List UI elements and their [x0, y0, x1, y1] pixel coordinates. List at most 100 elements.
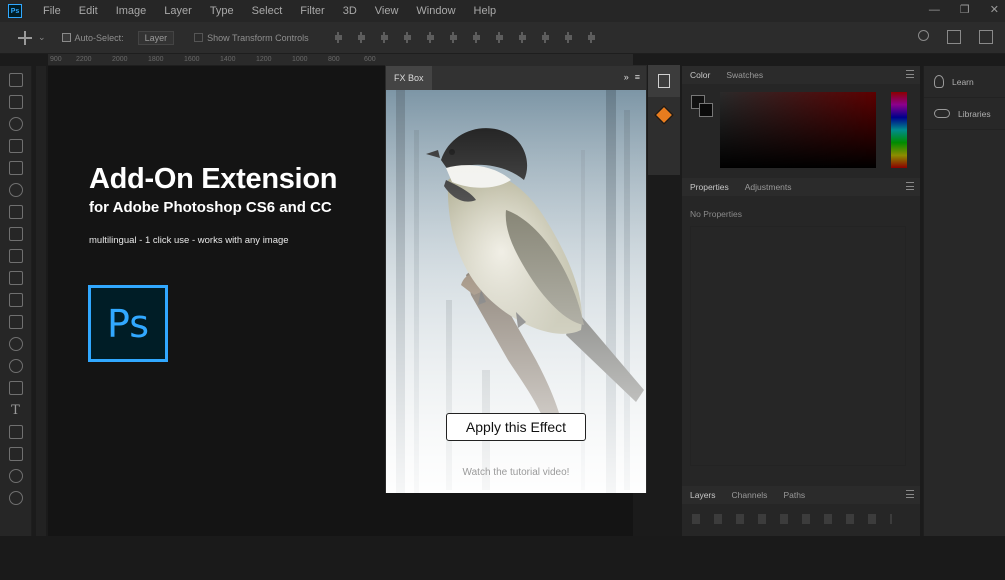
tutorial-video-link[interactable]: Watch the tutorial video! — [386, 467, 646, 478]
menu-3d[interactable]: 3D — [334, 0, 366, 22]
auto-select-target-dropdown[interactable]: Layer — [137, 30, 175, 45]
ruler-label: 2200 — [76, 56, 92, 63]
menu-type[interactable]: Type — [201, 0, 243, 22]
align-center-icon[interactable] — [424, 32, 436, 43]
color-panel-header: Color Swatches — [682, 66, 920, 84]
hue-slider[interactable] — [891, 92, 907, 168]
history-icon — [658, 74, 670, 88]
chevron-down-icon[interactable]: ⌄ — [38, 32, 46, 43]
marquee-tool-icon[interactable] — [8, 95, 23, 109]
eraser-tool-icon[interactable] — [8, 293, 23, 307]
tab-layers[interactable]: Layers — [682, 486, 724, 504]
menu-window[interactable]: Window — [407, 0, 464, 22]
tab-swatches[interactable]: Swatches — [718, 66, 771, 84]
menu-image[interactable]: Image — [107, 0, 156, 22]
search-icon[interactable] — [918, 30, 929, 41]
brush-tool-icon[interactable] — [8, 227, 23, 241]
align-bottom-icon[interactable] — [378, 32, 390, 43]
pen-tool-icon[interactable] — [8, 381, 23, 395]
crop-tool-icon[interactable] — [8, 161, 23, 175]
distribute-center-icon[interactable] — [562, 32, 574, 43]
ruler-label: 1200 — [256, 56, 272, 63]
layers-panel: Layers Channels Paths — [682, 486, 920, 536]
auto-select-checkbox[interactable] — [61, 33, 71, 42]
dodge-tool-icon[interactable] — [8, 359, 23, 373]
ruler-label: 600 — [364, 56, 376, 63]
blur-tool-icon[interactable] — [8, 337, 23, 351]
paint-bucket-tool-icon[interactable] — [8, 315, 23, 329]
share-icon[interactable] — [979, 30, 993, 44]
lasso-tool-icon[interactable] — [8, 117, 23, 131]
distribute-top-icon[interactable] — [470, 32, 482, 43]
apply-effect-button[interactable]: Apply this Effect — [446, 413, 586, 441]
panel-menu-icon[interactable] — [906, 490, 914, 498]
fx-box-launcher-button[interactable] — [648, 99, 680, 131]
libraries-panel-button[interactable]: Libraries — [924, 98, 1005, 130]
menu-file[interactable]: File — [34, 0, 70, 22]
show-transform-checkbox[interactable] — [194, 33, 204, 42]
panel-menu-icon[interactable]: ≡ — [635, 72, 640, 82]
options-right-icons — [918, 30, 993, 44]
fx-box-panel: FX Box » ≡ Apply this Effect Watch the t… — [385, 65, 647, 493]
move-tool-icon[interactable] — [18, 30, 32, 45]
fx-box-tabbar: FX Box » ≡ — [386, 66, 646, 90]
menu-layer[interactable]: Layer — [155, 0, 201, 22]
menu-select[interactable]: Select — [243, 0, 292, 22]
hand-tool-icon[interactable] — [8, 469, 23, 483]
history-panel-button[interactable] — [648, 65, 680, 97]
tools-panel: T — [0, 66, 32, 536]
layers-panel-header: Layers Channels Paths — [682, 486, 920, 504]
type-tool-icon[interactable]: T — [9, 403, 23, 418]
zoom-tool-icon[interactable] — [8, 491, 23, 505]
properties-panel-header: Properties Adjustments — [682, 178, 920, 196]
stamp-tool-icon[interactable] — [8, 249, 23, 263]
distribute-middle-icon[interactable] — [493, 32, 505, 43]
menu-edit[interactable]: Edit — [70, 0, 107, 22]
healing-brush-tool-icon[interactable] — [8, 205, 23, 219]
tab-channels[interactable]: Channels — [724, 486, 776, 504]
align-left-icon[interactable] — [401, 32, 413, 43]
workspace-icon[interactable] — [947, 30, 961, 44]
menu-view[interactable]: View — [366, 0, 408, 22]
panel-menu-icon[interactable] — [906, 182, 914, 190]
tab-adjustments[interactable]: Adjustments — [737, 178, 800, 196]
tab-paths[interactable]: Paths — [775, 486, 813, 504]
extension-icon-strip — [648, 65, 680, 175]
rectangle-tool-icon[interactable] — [8, 447, 23, 461]
promo-subtitle: for Adobe Photoshop CS6 and CC — [89, 199, 332, 216]
ruler-label: 1800 — [148, 56, 164, 63]
tab-color[interactable]: Color — [682, 66, 718, 84]
move-tool-icon[interactable] — [8, 73, 23, 87]
photoshop-logo: Ps — [88, 285, 168, 362]
menu-filter[interactable]: Filter — [291, 0, 333, 22]
status-area — [0, 536, 1005, 580]
history-brush-tool-icon[interactable] — [8, 271, 23, 285]
promo-features: multilingual - 1 click use - works with … — [89, 235, 289, 246]
distribute-bottom-icon[interactable] — [516, 32, 528, 43]
align-top-icon[interactable] — [332, 32, 344, 43]
fx-box-cube-icon — [653, 104, 675, 126]
distribute-right-icon[interactable] — [585, 32, 597, 43]
ruler-label: 2000 — [112, 56, 128, 63]
menu-help[interactable]: Help — [465, 0, 506, 22]
distribute-left-icon[interactable] — [539, 32, 551, 43]
window-controls: — ❐ ✕ — [929, 0, 999, 20]
quick-select-tool-icon[interactable] — [8, 139, 23, 153]
eyedropper-tool-icon[interactable] — [8, 183, 23, 197]
close-button[interactable]: ✕ — [990, 0, 999, 20]
align-middle-icon[interactable] — [355, 32, 367, 43]
path-select-tool-icon[interactable] — [8, 425, 23, 439]
color-picker-field[interactable] — [720, 92, 876, 168]
align-buttons — [332, 32, 597, 43]
expand-icon[interactable]: » — [624, 72, 629, 82]
fx-box-tab[interactable]: FX Box — [386, 66, 432, 90]
background-color-swatch[interactable] — [699, 103, 713, 117]
ruler-label: 1400 — [220, 56, 236, 63]
learn-panel-button[interactable]: Learn — [924, 66, 1005, 98]
panel-menu-icon[interactable] — [906, 70, 914, 78]
tab-properties[interactable]: Properties — [682, 178, 737, 196]
minimize-button[interactable]: — — [929, 0, 940, 20]
align-right-icon[interactable] — [447, 32, 459, 43]
restore-button[interactable]: ❐ — [960, 0, 970, 20]
vertical-ruler — [36, 66, 46, 536]
